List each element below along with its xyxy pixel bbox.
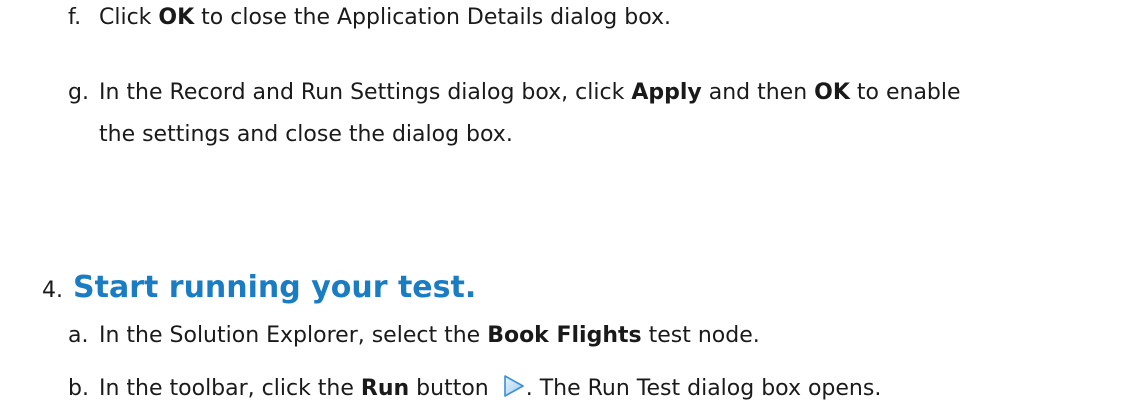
step-b: b. In the toolbar, click the Run button .… xyxy=(68,371,881,407)
step-text: test node. xyxy=(641,323,760,348)
step-text: the settings and close the dialog box. xyxy=(99,122,513,147)
ok-keyword: OK xyxy=(158,5,195,30)
step-text: to enable xyxy=(849,80,961,105)
step-f: f. Click OK to close the Application Deta… xyxy=(68,0,671,36)
run-keyword: Run xyxy=(360,376,410,401)
section-heading: 4. Start running your test. xyxy=(42,270,476,305)
apply-keyword: Apply xyxy=(631,80,702,105)
step-text: button xyxy=(409,376,496,401)
step-text: to close the Application Details dialog … xyxy=(194,5,672,30)
step-text: In the Record and Run Settings dialog bo… xyxy=(99,80,632,105)
step-letter: f. xyxy=(68,5,82,30)
step-a: a. In the Solution Explorer, select the B… xyxy=(68,318,760,354)
section-number: 4. xyxy=(42,278,63,303)
step-text: In the Solution Explorer, select the xyxy=(99,323,488,348)
section-title: Start running your test. xyxy=(73,270,477,305)
step-letter: a. xyxy=(68,323,89,348)
run-play-icon xyxy=(500,373,526,399)
step-text: In the toolbar, click the xyxy=(99,376,361,401)
step-text: and then xyxy=(701,80,815,105)
step-text: Click xyxy=(99,5,159,30)
step-letter: g. xyxy=(68,80,89,105)
step-text: . The Run Test dialog box opens. xyxy=(525,376,882,401)
step-letter: b. xyxy=(68,376,89,401)
step-g: g. In the Record and Run Settings dialog … xyxy=(68,75,961,111)
ok-keyword: OK xyxy=(814,80,850,105)
step-g-continuation: the settings and close the dialog box. xyxy=(99,117,513,153)
book-flights-keyword: Book Flights xyxy=(487,323,642,348)
